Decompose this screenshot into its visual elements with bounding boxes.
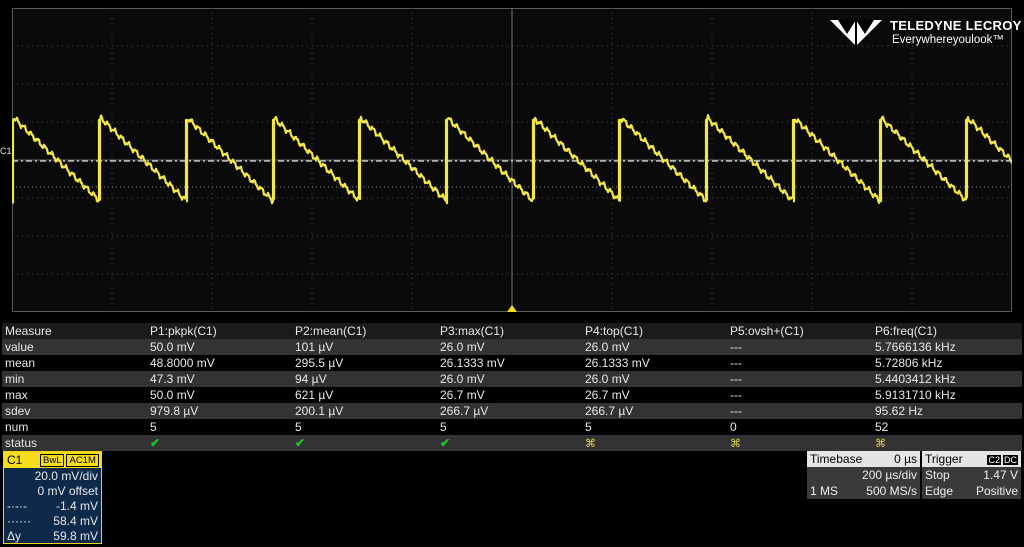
measure-cell: 26.7 mV	[585, 388, 630, 402]
measure-cell: 5	[295, 420, 302, 434]
measure-cell: 48.8000 mV	[150, 356, 215, 370]
measure-cell: 5.72806 kHz	[875, 356, 943, 370]
measure-cell: 95.62 Hz	[875, 404, 924, 418]
param-header-p3[interactable]: P3:max(C1)	[437, 324, 582, 338]
cursor1-value: -1.4 mV	[55, 498, 98, 513]
measure-cell: 26.1333 mV	[585, 356, 650, 370]
delta-y-label: Δy	[7, 528, 22, 543]
c1-label: C1	[7, 453, 23, 467]
cursor2-value: 58.4 mV	[53, 513, 98, 528]
measure-cell: 5	[440, 420, 447, 434]
bwl-tag: BwL	[40, 453, 65, 467]
c1-channel-descriptor[interactable]: C1 BwL AC1M 20.0 mV/div 0 mV offset -·-·…	[3, 451, 102, 544]
measure-row-sdev: sdev 979.8 µV 200.1 µV 266.7 µV 266.7 µV --- 9…	[2, 403, 1022, 419]
measure-cell: 26.0 mV	[440, 372, 485, 386]
status-label: status	[5, 436, 38, 450]
measure-cell: 50.0 mV	[150, 388, 195, 402]
measure-cell: ---	[730, 372, 742, 386]
measure-cell: 52	[875, 420, 889, 434]
measurement-table: Measure P1:pkpk(C1) P2:mean(C1) P3:max(C…	[2, 323, 1022, 451]
row-label: sdev	[5, 404, 31, 418]
delta-y-value: 59.8 mV	[53, 528, 98, 543]
measure-cell: 26.0 mV	[585, 340, 630, 354]
measure-cell: 5.4403412 kHz	[875, 372, 956, 386]
measure-cell: ---	[730, 340, 742, 354]
trigger-title: Trigger	[925, 452, 963, 466]
row-label: value	[5, 340, 34, 354]
teledyne-lecroy-logo: TELEDYNE LECROY Everywhereyoulook™	[826, 16, 1021, 50]
measure-cell: 266.7 µV	[440, 404, 489, 418]
timebase-points: 1 MS	[810, 484, 839, 498]
row-label: max	[5, 388, 28, 402]
timebase-panel[interactable]: Timebase 0 µs 200 µs/div 1 MS 500 MS/s	[807, 451, 920, 501]
timebase-tdiv: 200 µs/div	[862, 468, 917, 482]
trigger-panel[interactable]: Trigger C2 DC Stop 1.47 V Edge Positive	[922, 451, 1021, 501]
measure-header[interactable]: Measure	[2, 324, 147, 338]
timebase-title: Timebase	[810, 452, 863, 466]
measure-cell: 94 µV	[295, 372, 327, 386]
measure-row-value: value 50.0 mV 101 µV 26.0 mV 26.0 mV --- 5.766…	[2, 339, 1022, 355]
status-warning-icon: ⌘	[875, 437, 886, 450]
measure-cell: 5	[585, 420, 592, 434]
measure-cell: 26.1333 mV	[440, 356, 505, 370]
measure-cell: 101 µV	[295, 340, 334, 354]
measure-cell: 47.3 mV	[150, 372, 195, 386]
measure-cell: 266.7 µV	[585, 404, 634, 418]
status-warning-icon: ⌘	[730, 437, 741, 450]
measure-cell: 295.5 µV	[295, 356, 344, 370]
coupling-tag: AC1M	[66, 453, 99, 467]
status-ok-icon: ✔	[295, 436, 306, 450]
trigger-source: C2	[987, 455, 1001, 465]
measure-cell: ---	[730, 356, 742, 370]
measure-cell: 5	[150, 420, 157, 434]
param-header-p4[interactable]: P4:top(C1)	[582, 324, 727, 338]
row-label: num	[5, 420, 29, 434]
row-label: mean	[5, 356, 36, 370]
waveform-grid	[12, 8, 1012, 312]
measure-cell: 5.7666136 kHz	[875, 340, 956, 354]
measure-cell: ---	[730, 388, 742, 402]
measure-cell: 50.0 mV	[150, 340, 195, 354]
cursor2-icon: ······	[7, 513, 31, 528]
param-header-p5[interactable]: P5:ovsh+(C1)	[727, 324, 872, 338]
timebase-rate: 500 MS/s	[866, 484, 917, 498]
measure-cell: 5.9131710 kHz	[875, 388, 956, 402]
measure-cell: 979.8 µV	[150, 404, 199, 418]
measure-row-min: min 47.3 mV 94 µV 26.0 mV 26.0 mV --- 5.440341…	[2, 371, 1022, 387]
trigger-type: Edge	[925, 484, 954, 498]
c1-offset: 0 mV offset	[37, 483, 98, 498]
row-label: min	[5, 372, 25, 386]
trigger-mode: Stop	[925, 468, 950, 482]
measure-header-row: Measure P1:pkpk(C1) P2:mean(C1) P3:max(C…	[2, 323, 1022, 339]
measure-cell: 26.0 mV	[440, 340, 485, 354]
measure-cell: 621 µV	[295, 388, 334, 402]
param-header-p2[interactable]: P2:mean(C1)	[292, 324, 437, 338]
status-ok-icon: ✔	[440, 436, 451, 450]
teledyne-logo-icon	[830, 20, 882, 46]
measure-status-row: status ✔ ✔ ✔ ⌘ ⌘ ⌘	[2, 435, 1022, 451]
trigger-level: 1.47 V	[983, 468, 1018, 482]
channel-marker[interactable]: C1	[0, 146, 12, 156]
logo-brand: TELEDYNE LECROY	[890, 18, 1022, 33]
measure-row-mean: mean 48.8000 mV 295.5 µV 26.1333 mV 26.1333 …	[2, 355, 1022, 371]
measure-cell: 0	[730, 420, 737, 434]
measure-cell: ---	[730, 404, 742, 418]
measure-cell: 26.0 mV	[585, 372, 630, 386]
trigger-slope: Positive	[975, 484, 1018, 498]
measure-cell: 26.7 mV	[440, 388, 485, 402]
timebase-delay: 0 µs	[894, 452, 917, 466]
trigger-coupling: DC	[1003, 455, 1018, 465]
measure-row-max: max 50.0 mV 621 µV 26.7 mV 26.7 mV --- 5.91317…	[2, 387, 1022, 403]
measure-row-num: num 5 5 5 5 0 52	[2, 419, 1022, 435]
status-warning-icon: ⌘	[585, 437, 596, 450]
measure-cell: 200.1 µV	[295, 404, 344, 418]
logo-tagline: Everywhereyoulook™	[892, 34, 1004, 46]
param-header-p1[interactable]: P1:pkpk(C1)	[147, 324, 292, 338]
c1-vdiv: 20.0 mV/div	[34, 468, 98, 483]
cursor1-icon: -·-·-	[7, 498, 27, 513]
c1-header[interactable]: C1 BwL AC1M	[4, 452, 101, 468]
status-ok-icon: ✔	[150, 436, 161, 450]
param-header-p6[interactable]: P6:freq(C1)	[872, 324, 1017, 338]
